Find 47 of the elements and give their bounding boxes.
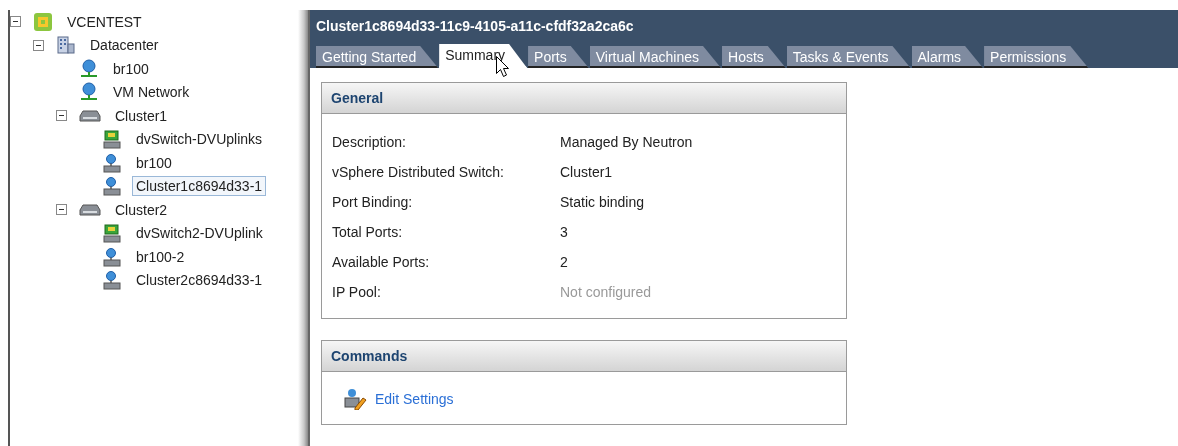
building-icon bbox=[56, 35, 76, 56]
collapse-toggle[interactable] bbox=[56, 204, 67, 216]
property-label: Available Ports: bbox=[332, 253, 430, 272]
tree-item[interactable]: br100-2 bbox=[132, 246, 189, 267]
object-title: Cluster1c8694d33-11c9-4105-a11c-cfdf32a2ca6c bbox=[316, 17, 635, 36]
property-value: Managed By Neutron bbox=[560, 133, 694, 152]
network-globe-icon bbox=[79, 58, 99, 79]
tree-item[interactable]: VCENTEST bbox=[63, 11, 146, 32]
tree-item[interactable]: dvSwitch2-DVUplink bbox=[132, 223, 267, 244]
collapse-toggle[interactable] bbox=[33, 39, 44, 51]
splitter-bar[interactable] bbox=[298, 10, 310, 446]
collapse-toggle[interactable] bbox=[10, 16, 21, 28]
uplink-switch-icon bbox=[102, 129, 122, 150]
tree-item[interactable]: br100 bbox=[132, 152, 176, 173]
property-value: 3 bbox=[560, 223, 569, 242]
property-value: Not configured bbox=[560, 283, 653, 302]
property-label: Total Ports: bbox=[332, 223, 404, 242]
vcenter-icon bbox=[33, 11, 53, 32]
property-label: IP Pool: bbox=[332, 283, 382, 302]
settings-edit-icon bbox=[343, 388, 367, 410]
port-group-icon bbox=[102, 246, 122, 267]
collapse-toggle[interactable] bbox=[56, 110, 67, 122]
port-group-icon bbox=[102, 152, 122, 173]
cluster-icon bbox=[79, 109, 101, 122]
tree-item[interactable]: br100 bbox=[109, 58, 153, 79]
property-value: 2 bbox=[560, 253, 569, 272]
panel-title: General bbox=[322, 83, 846, 114]
tree-item[interactable]: VM Network bbox=[109, 82, 194, 103]
uplink-switch-icon bbox=[102, 223, 122, 244]
property-value: Static binding bbox=[560, 193, 646, 212]
cluster-icon bbox=[79, 203, 101, 216]
tree-item[interactable]: Cluster2 bbox=[111, 199, 172, 220]
panel-title: Commands bbox=[322, 341, 846, 372]
tree-item[interactable]: dvSwitch-DVUplinks bbox=[132, 129, 267, 150]
tree-item[interactable]: Cluster1 bbox=[111, 105, 172, 126]
tree-item[interactable]: Cluster1c8694d33-1 bbox=[132, 176, 267, 197]
property-label: Description: bbox=[332, 133, 407, 152]
tree-item[interactable]: Cluster2c8694d33-1 bbox=[132, 270, 267, 291]
property-value: Cluster1 bbox=[560, 163, 614, 182]
tree-item[interactable]: Datacenter bbox=[86, 35, 163, 56]
port-group-icon bbox=[102, 270, 122, 291]
property-label: Port Binding: bbox=[332, 193, 414, 212]
network-globe-icon bbox=[79, 82, 99, 103]
tab[interactable]: Summary bbox=[439, 44, 528, 68]
property-label: vSphere Distributed Switch: bbox=[332, 163, 505, 182]
edit-settings-link[interactable]: Edit Settings bbox=[343, 388, 454, 410]
port-group-icon bbox=[102, 176, 122, 197]
